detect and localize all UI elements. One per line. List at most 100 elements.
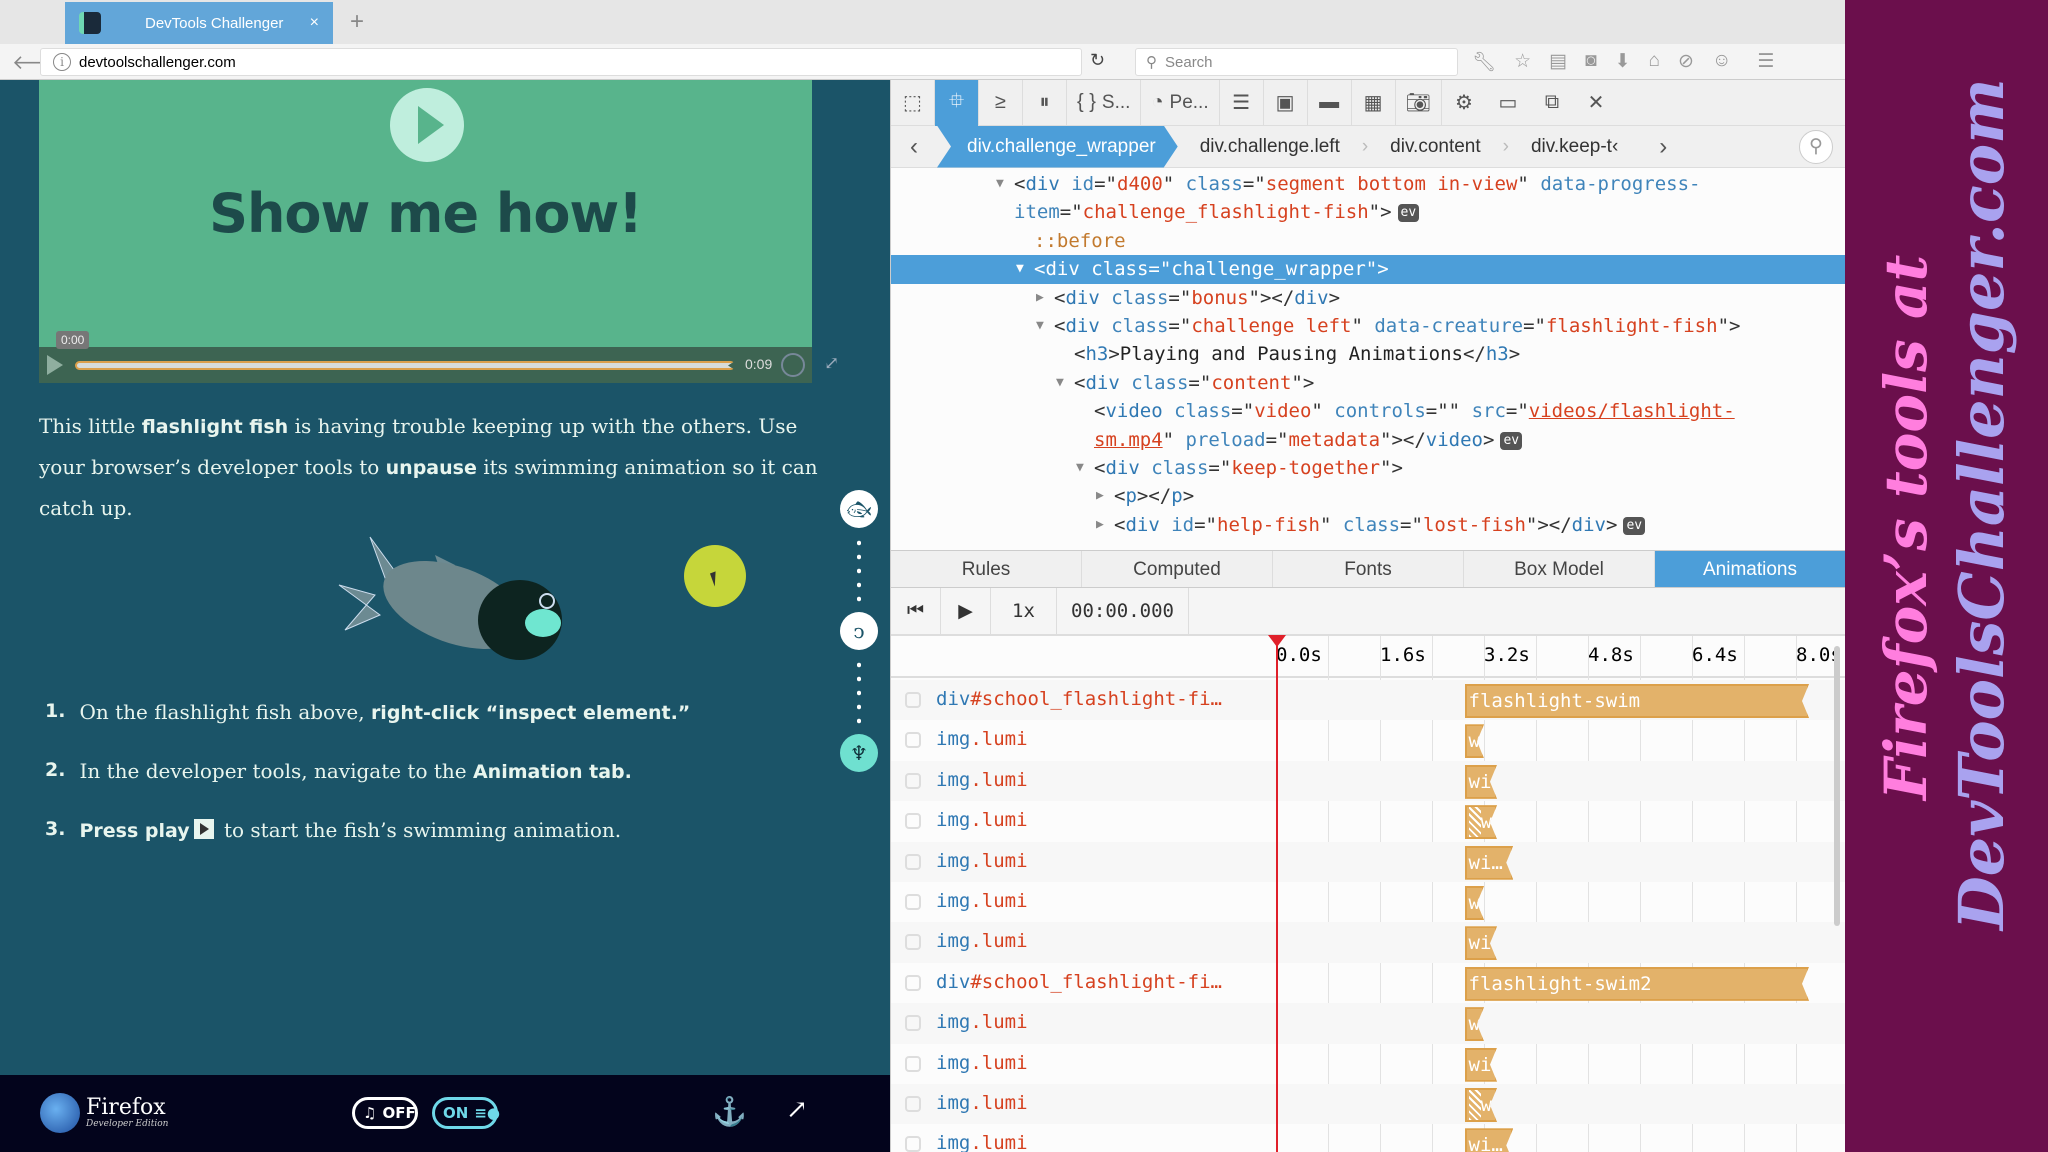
animation-target[interactable]: img.lumi <box>936 769 1028 791</box>
markup-node[interactable]: item="challenge_flashlight-fish"> ev <box>891 198 1845 226</box>
animation-bar[interactable]: wi… <box>1465 1128 1514 1152</box>
event-badge[interactable]: ev <box>1500 431 1523 450</box>
play-button[interactable]: ▶ <box>941 588 991 634</box>
motion-toggle[interactable]: ON ≡● <box>432 1097 500 1129</box>
home-icon[interactable]: ⌂ <box>1649 50 1660 74</box>
animation-target[interactable]: img.lumi <box>936 728 1028 750</box>
expand-arrow-icon[interactable]: ▶ <box>1036 284 1044 312</box>
screenshot-button[interactable]: 📷︎ <box>1396 79 1442 126</box>
search-icon[interactable]: ⚲ <box>1799 130 1833 164</box>
animation-bar[interactable]: wi <box>1465 926 1498 960</box>
timeline-scrubber[interactable] <box>1268 635 1286 1152</box>
animation-row[interactable]: img.lumi w <box>891 882 1845 922</box>
firefox-logo[interactable]: Firefox Developer Edition <box>40 1093 168 1133</box>
url-bar[interactable]: i devtoolschallenger.com <box>40 48 1082 76</box>
video-play-button[interactable] <box>390 88 464 162</box>
tab-rules[interactable]: Rules <box>891 551 1082 587</box>
search-input[interactable]: ⚲ Search <box>1135 48 1458 76</box>
node-gear-icon[interactable] <box>905 853 921 870</box>
animation-row[interactable]: img.lumi w <box>891 720 1845 760</box>
markup-node[interactable]: ::before <box>891 227 1845 255</box>
animation-target[interactable]: img.lumi <box>936 930 1028 952</box>
animation-bar[interactable]: w <box>1465 1007 1485 1041</box>
animation-bar[interactable]: flashlight-swim2 <box>1465 967 1810 1001</box>
node-gear-icon[interactable] <box>905 934 921 951</box>
markup-node[interactable]: <h3>Playing and Pausing Animations</h3> <box>891 340 1845 368</box>
animation-bar[interactable]: w <box>1465 724 1485 758</box>
markup-node[interactable]: ▼ <div class="challenge_wrapper"> <box>891 255 1845 284</box>
markup-token[interactable]: sm.mp4 <box>1094 429 1163 451</box>
animation-row[interactable]: img.lumi wi… <box>891 841 1845 882</box>
animation-target[interactable]: img.lumi <box>936 1052 1028 1074</box>
animation-bar[interactable]: wi <box>1465 765 1498 799</box>
node-gear-icon[interactable] <box>905 1136 921 1152</box>
frame-button[interactable]: ▦ <box>1352 79 1396 126</box>
timeline-header[interactable]: 0.0s 1.6s 3.2s 4.8s 6.4s 8.0s <box>891 636 1845 678</box>
flashlight-fish-image[interactable] <box>335 535 575 665</box>
animation-row[interactable]: img.lumi w <box>891 1003 1845 1044</box>
animation-target[interactable]: img.lumi <box>936 1092 1028 1114</box>
anchor-icon[interactable]: ⚓ <box>712 1095 747 1128</box>
markup-node[interactable]: ▼ <div class="challenge left" data-creatu… <box>891 312 1845 340</box>
settings-button[interactable]: ⚙ <box>1442 80 1486 126</box>
squid-progress-icon[interactable]: ♆ <box>840 734 878 772</box>
menu-icon[interactable]: ☰ <box>1757 50 1774 74</box>
animation-row[interactable]: img.lumi wi… <box>891 1124 1845 1152</box>
node-gear-icon[interactable] <box>905 974 921 991</box>
animation-target[interactable]: img.lumi <box>936 1011 1028 1033</box>
playback-rate-select[interactable]: 1x <box>991 588 1057 634</box>
fullscreen-icon[interactable]: ⤢ <box>824 353 839 374</box>
node-gear-icon[interactable] <box>905 692 921 708</box>
performance-button[interactable]: ◔ Pe... <box>1141 79 1220 126</box>
tab-close-icon[interactable]: × <box>310 14 319 32</box>
info-icon[interactable]: i <box>53 53 71 71</box>
node-gear-icon[interactable] <box>905 1096 921 1112</box>
markup-node[interactable]: ▶ <div id="help-fish" class="lost-fish"><… <box>891 511 1845 539</box>
seahorse-progress-icon[interactable]: ↄ <box>840 612 878 650</box>
collapse-arrow-icon[interactable]: ▼ <box>1016 255 1024 283</box>
tab-computed[interactable]: Computed <box>1082 551 1273 587</box>
markup-node[interactable]: ▼ <div class="keep-together"> <box>891 454 1845 482</box>
tab-devtools-challenger[interactable]: DevTools Challenger × <box>65 2 333 44</box>
debugger-button[interactable]: ⏸ <box>1023 79 1067 126</box>
mute-icon[interactable] <box>781 353 805 377</box>
expand-arrow-icon[interactable]: ▶ <box>1096 482 1104 510</box>
collapse-arrow-icon[interactable]: ▼ <box>996 170 1004 198</box>
node-gear-icon[interactable] <box>905 732 921 749</box>
sound-toggle[interactable]: ♫ OFF <box>352 1097 418 1129</box>
collapse-arrow-icon[interactable]: ▼ <box>1076 454 1084 482</box>
markup-token[interactable]: videos/flashlight- <box>1529 400 1735 422</box>
animation-row[interactable]: img.lumi wi <box>891 922 1845 963</box>
animation-row[interactable]: img.lumi w <box>891 801 1845 841</box>
markup-node[interactable]: ▶ <p></p> <box>891 482 1845 510</box>
collapse-arrow-icon[interactable]: ▼ <box>1056 369 1064 397</box>
download-icon[interactable]: ⬇ <box>1615 50 1631 74</box>
pick-element-button[interactable]: ⬚ <box>891 79 935 126</box>
markup-node[interactable]: ▼ <div class="content"> <box>891 369 1845 397</box>
animation-target[interactable]: img.lumi <box>936 850 1028 872</box>
new-tab-button[interactable]: + <box>350 8 364 36</box>
animation-row[interactable]: div#school_flashlight-fi… flashlight-swim… <box>891 963 1845 1003</box>
animation-target[interactable]: div#school_flashlight-fi… <box>936 971 1222 993</box>
scrollbar[interactable] <box>1834 646 1840 926</box>
animation-bar[interactable]: w <box>1465 886 1485 920</box>
animation-bar[interactable]: flashlight-swim <box>1465 684 1810 718</box>
tab-box-model[interactable]: Box Model <box>1464 551 1655 587</box>
close-button[interactable]: ✕ <box>1574 80 1618 126</box>
fish-progress-icon[interactable]: 🐟︎ <box>840 490 878 528</box>
breadcrumb-next-icon[interactable]: › <box>1640 133 1686 161</box>
markup-node[interactable]: <video class="video" controls="" src="vi… <box>891 397 1845 425</box>
markup-node[interactable]: ▶ <div class="bonus"></div> <box>891 284 1845 312</box>
node-gear-icon[interactable] <box>905 894 921 910</box>
wrench-icon[interactable]: 🔧︎ <box>1472 50 1496 74</box>
pocket-icon[interactable]: ◙ <box>1585 50 1596 74</box>
style-editor-button[interactable]: { } S... <box>1067 79 1142 126</box>
animation-row[interactable]: div#school_flashlight-fi… flashlight-swim <box>891 680 1845 721</box>
animation-bar[interactable]: w <box>1465 1088 1498 1122</box>
tab-fonts[interactable]: Fonts <box>1273 551 1464 587</box>
animation-bar[interactable]: w <box>1465 805 1498 839</box>
node-gear-icon[interactable] <box>905 772 921 789</box>
animation-row[interactable]: img.lumi wi <box>891 760 1845 802</box>
reading-list-icon[interactable]: ▤ <box>1549 50 1567 74</box>
node-gear-icon[interactable] <box>905 1055 921 1072</box>
